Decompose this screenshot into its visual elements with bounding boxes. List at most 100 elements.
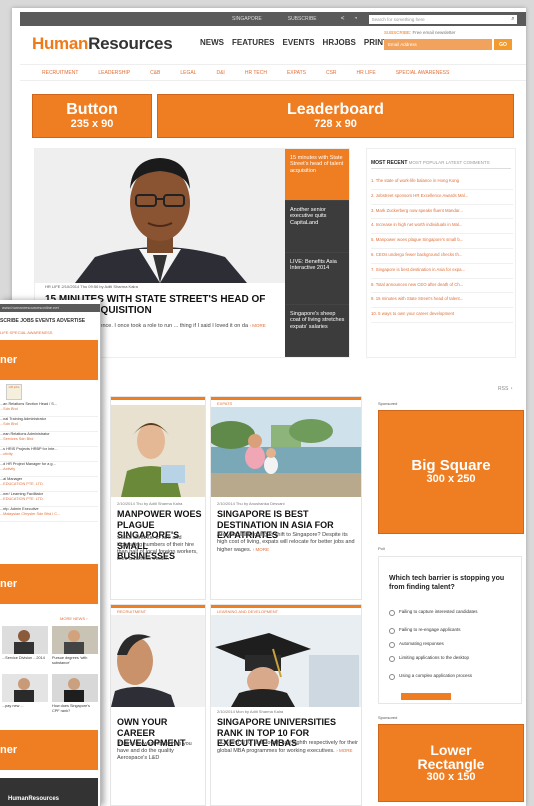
list-item[interactable]: 4. Increase in high net worth individual… bbox=[371, 219, 513, 235]
nav-news[interactable]: NEWS bbox=[200, 38, 224, 47]
news-caption[interactable]: ...pay new ... bbox=[2, 704, 48, 709]
radio-button[interactable] bbox=[389, 641, 395, 648]
radio-button[interactable] bbox=[389, 627, 395, 634]
subnav-recruitment[interactable]: RECRUITMENT bbox=[42, 70, 78, 76]
email-field[interactable]: Email Address bbox=[384, 39, 492, 50]
rss-icon[interactable]: ◔ bbox=[352, 15, 360, 23]
subnav-special-awareness[interactable]: SPECIAL AWARENESS bbox=[396, 70, 450, 76]
news-caption[interactable]: How does Singapore's CPF rank? bbox=[52, 704, 98, 713]
poll-option-label: Failing to capture interested candidates bbox=[399, 609, 478, 614]
poll-option[interactable]: Using a complex application process bbox=[389, 673, 509, 680]
overlay-banner-ad[interactable]: ner bbox=[0, 340, 98, 380]
poll-box: Which tech barrier is stopping you from … bbox=[378, 556, 522, 704]
card-meta: 2/10/2014 Thu by Aditi Sharma Kalra bbox=[117, 501, 183, 506]
side-item[interactable]: Singapore's sheep coat of living stretch… bbox=[285, 305, 349, 357]
overlay-topbar: www.humanresourcesonline.net bbox=[0, 304, 100, 312]
card-excerpt: SMEs continue to hire and increasing num… bbox=[117, 535, 198, 562]
poll-option[interactable]: Limiting applications to the desktop bbox=[389, 655, 509, 662]
lower-rect-ad-line1: Lower bbox=[430, 741, 472, 758]
list-item[interactable]: 8. Total announces new CEO after death o… bbox=[371, 279, 513, 294]
list-item[interactable]: 7. Singapore is best destination in Asia… bbox=[371, 264, 513, 279]
list-item[interactable]: 1. The state of work-life balance in Hon… bbox=[371, 175, 513, 190]
lower-rectangle-ad[interactable]: Lower Rectangle 300 x 150 bbox=[378, 724, 524, 802]
site-logo[interactable]: HumanResources bbox=[32, 34, 173, 54]
subnav-leadership[interactable]: LEADERSHIP bbox=[98, 70, 130, 76]
subnav-hrlife[interactable]: HR LIFE bbox=[357, 70, 376, 76]
rss-label: RSS bbox=[498, 386, 509, 392]
overlay-nav[interactable]: SCRIBE JOBS EVENTS ADVERTISE bbox=[0, 318, 85, 324]
subnav-cb[interactable]: C&B bbox=[150, 70, 160, 76]
footer-logo[interactable]: HumanResources bbox=[8, 796, 59, 802]
list-item[interactable]: 5. Manpower woes plague Singapore's smal… bbox=[371, 234, 513, 249]
list-item[interactable]: ...ner/ Learning Facilitator ...EDUCATION… bbox=[0, 492, 98, 507]
button-ad-size: 235 x 90 bbox=[70, 117, 114, 130]
card-excerpt: NUS and NTU rank fourth and eighth respe… bbox=[217, 740, 359, 755]
list-item[interactable]: ...an Relations Section Head / S... ...Sd… bbox=[0, 402, 98, 417]
list-item[interactable]: ...d HR Project Manager for a g... ...Act… bbox=[0, 462, 98, 477]
side-item[interactable]: 15 minutes with State Street's head of t… bbox=[285, 149, 349, 201]
go-button[interactable]: GO bbox=[494, 39, 512, 50]
list-item[interactable]: ...al Manager ...EDUCATION PTE. LTD. bbox=[0, 477, 98, 492]
topbar-link-subscribe[interactable]: SUBSCRIBE bbox=[288, 16, 317, 22]
side-item[interactable]: Another senior executive quits CapitaLan… bbox=[285, 201, 349, 253]
side-item[interactable]: LIVE: Benefits Asia Interactive 2014 bbox=[285, 253, 349, 305]
search-input[interactable]: Search for something here ⌕ bbox=[368, 14, 517, 24]
card-more-link[interactable]: › MORE bbox=[253, 547, 269, 552]
subnav-di[interactable]: D&I bbox=[216, 70, 224, 76]
poll-option[interactable]: Automating responses bbox=[389, 641, 509, 648]
nav-features[interactable]: FEATURES bbox=[232, 38, 275, 47]
leaderboard-ad[interactable]: Leaderboard 728 x 90 bbox=[157, 94, 514, 138]
nav-hrjobs[interactable]: HRJOBS bbox=[323, 38, 356, 47]
radio-button[interactable] bbox=[389, 655, 395, 662]
list-item[interactable]: ...s HRIS Projects HRBP for Inte... ...ct… bbox=[0, 447, 98, 462]
list-item[interactable]: 10. 5 ways to own your career developmen… bbox=[371, 308, 513, 323]
tab-most-recent[interactable]: MOST RECENT bbox=[371, 160, 407, 166]
rss-link[interactable]: RSS ◔ bbox=[498, 386, 513, 392]
nav-events[interactable]: EVENTS bbox=[283, 38, 315, 47]
news-caption[interactable]: ...Service Division ...2014 bbox=[2, 656, 48, 661]
list-item[interactable]: 9. 15 minutes with State Street's head o… bbox=[371, 293, 513, 309]
article-card[interactable]: 2/10/2014 Thu by Aditi Sharma Kalra MANP… bbox=[110, 396, 206, 600]
poll-option[interactable]: Failing to re-engage applicants bbox=[389, 627, 509, 634]
featured-more-link[interactable]: › MORE bbox=[250, 323, 266, 328]
poll-option[interactable]: Failing to capture interested candidates bbox=[389, 609, 509, 616]
rss-icon: ◔ bbox=[509, 386, 513, 392]
list-item[interactable]: 3. Mark Zuckerberg now speaks fluent Man… bbox=[371, 205, 513, 220]
list-item[interactable]: ...nal Training Administrator ...Sdn Bhd bbox=[0, 417, 98, 432]
subnav-hrtech[interactable]: HR TECH bbox=[245, 70, 267, 76]
share-icon[interactable]: < bbox=[339, 15, 347, 23]
overlay-banner-ad[interactable]: ner bbox=[0, 564, 98, 604]
article-card[interactable]: RECRUITMENT OWN YOUR CAREER DEVELOPMENT … bbox=[110, 604, 206, 806]
subscribe-note: Free email newsletter bbox=[412, 30, 456, 35]
subnav-expats[interactable]: EXPATS bbox=[287, 70, 306, 76]
article-card[interactable]: EXPATS 2/10/2014 Thu by Anushanka Desvan… bbox=[210, 396, 362, 600]
list-item[interactable]: 2. Jobstreet sponsors HR Excellence Awar… bbox=[371, 190, 513, 205]
overlay-banner-ad[interactable]: ner bbox=[0, 730, 98, 770]
vote-button[interactable] bbox=[401, 693, 451, 700]
list-item[interactable]: 6. CEOs undergo fewer background checks … bbox=[371, 249, 513, 264]
subnav-csr[interactable]: CSR bbox=[326, 70, 337, 76]
card-image bbox=[111, 405, 205, 497]
article-card[interactable]: LEARNING AND DEVELOPMENT 2/10/2014 Mon b… bbox=[210, 604, 362, 806]
tab-others[interactable]: MOST POPULAR LATEST COMMENTS bbox=[409, 160, 490, 165]
leaderboard-ad-size: 728 x 90 bbox=[314, 117, 357, 130]
most-recent-panel: MOST RECENT MOST POPULAR LATEST COMMENTS… bbox=[366, 148, 516, 358]
big-square-ad-title: Big Square bbox=[411, 457, 491, 475]
news-thumbnails-row bbox=[2, 626, 98, 654]
subscribe-label: SUBSCRIBE: Free email newsletter bbox=[384, 30, 456, 35]
big-square-ad[interactable]: Big Square 300 x 250 bbox=[378, 410, 524, 534]
radio-button[interactable] bbox=[389, 673, 395, 680]
list-item[interactable]: ...ean Relations Administrator ...Service… bbox=[0, 432, 98, 447]
subnav-legal[interactable]: LEGAL bbox=[180, 70, 196, 76]
more-news-link[interactable]: MORE NEWS › bbox=[60, 616, 88, 621]
poll-option-label: Using a complex application process bbox=[399, 673, 473, 678]
card-more-link[interactable]: › MORE bbox=[336, 748, 352, 753]
button-ad[interactable]: Button 235 x 90 bbox=[32, 94, 152, 138]
topbar-link-singapore[interactable]: SINGAPORE bbox=[232, 16, 262, 22]
news-caption[interactable]: Pursue degrees 'with substance' bbox=[52, 656, 98, 665]
list-item[interactable]: ...ntp. Admin Executive ...Malaysian Chry… bbox=[0, 507, 98, 522]
search-icon[interactable]: ⌕ bbox=[511, 15, 514, 24]
overlay-subnav[interactable]: LIFE SPECIAL AWARENESS bbox=[0, 330, 52, 335]
job-company: ...EDUCATION PTE. LTD. bbox=[0, 481, 44, 486]
radio-button[interactable] bbox=[389, 609, 395, 616]
